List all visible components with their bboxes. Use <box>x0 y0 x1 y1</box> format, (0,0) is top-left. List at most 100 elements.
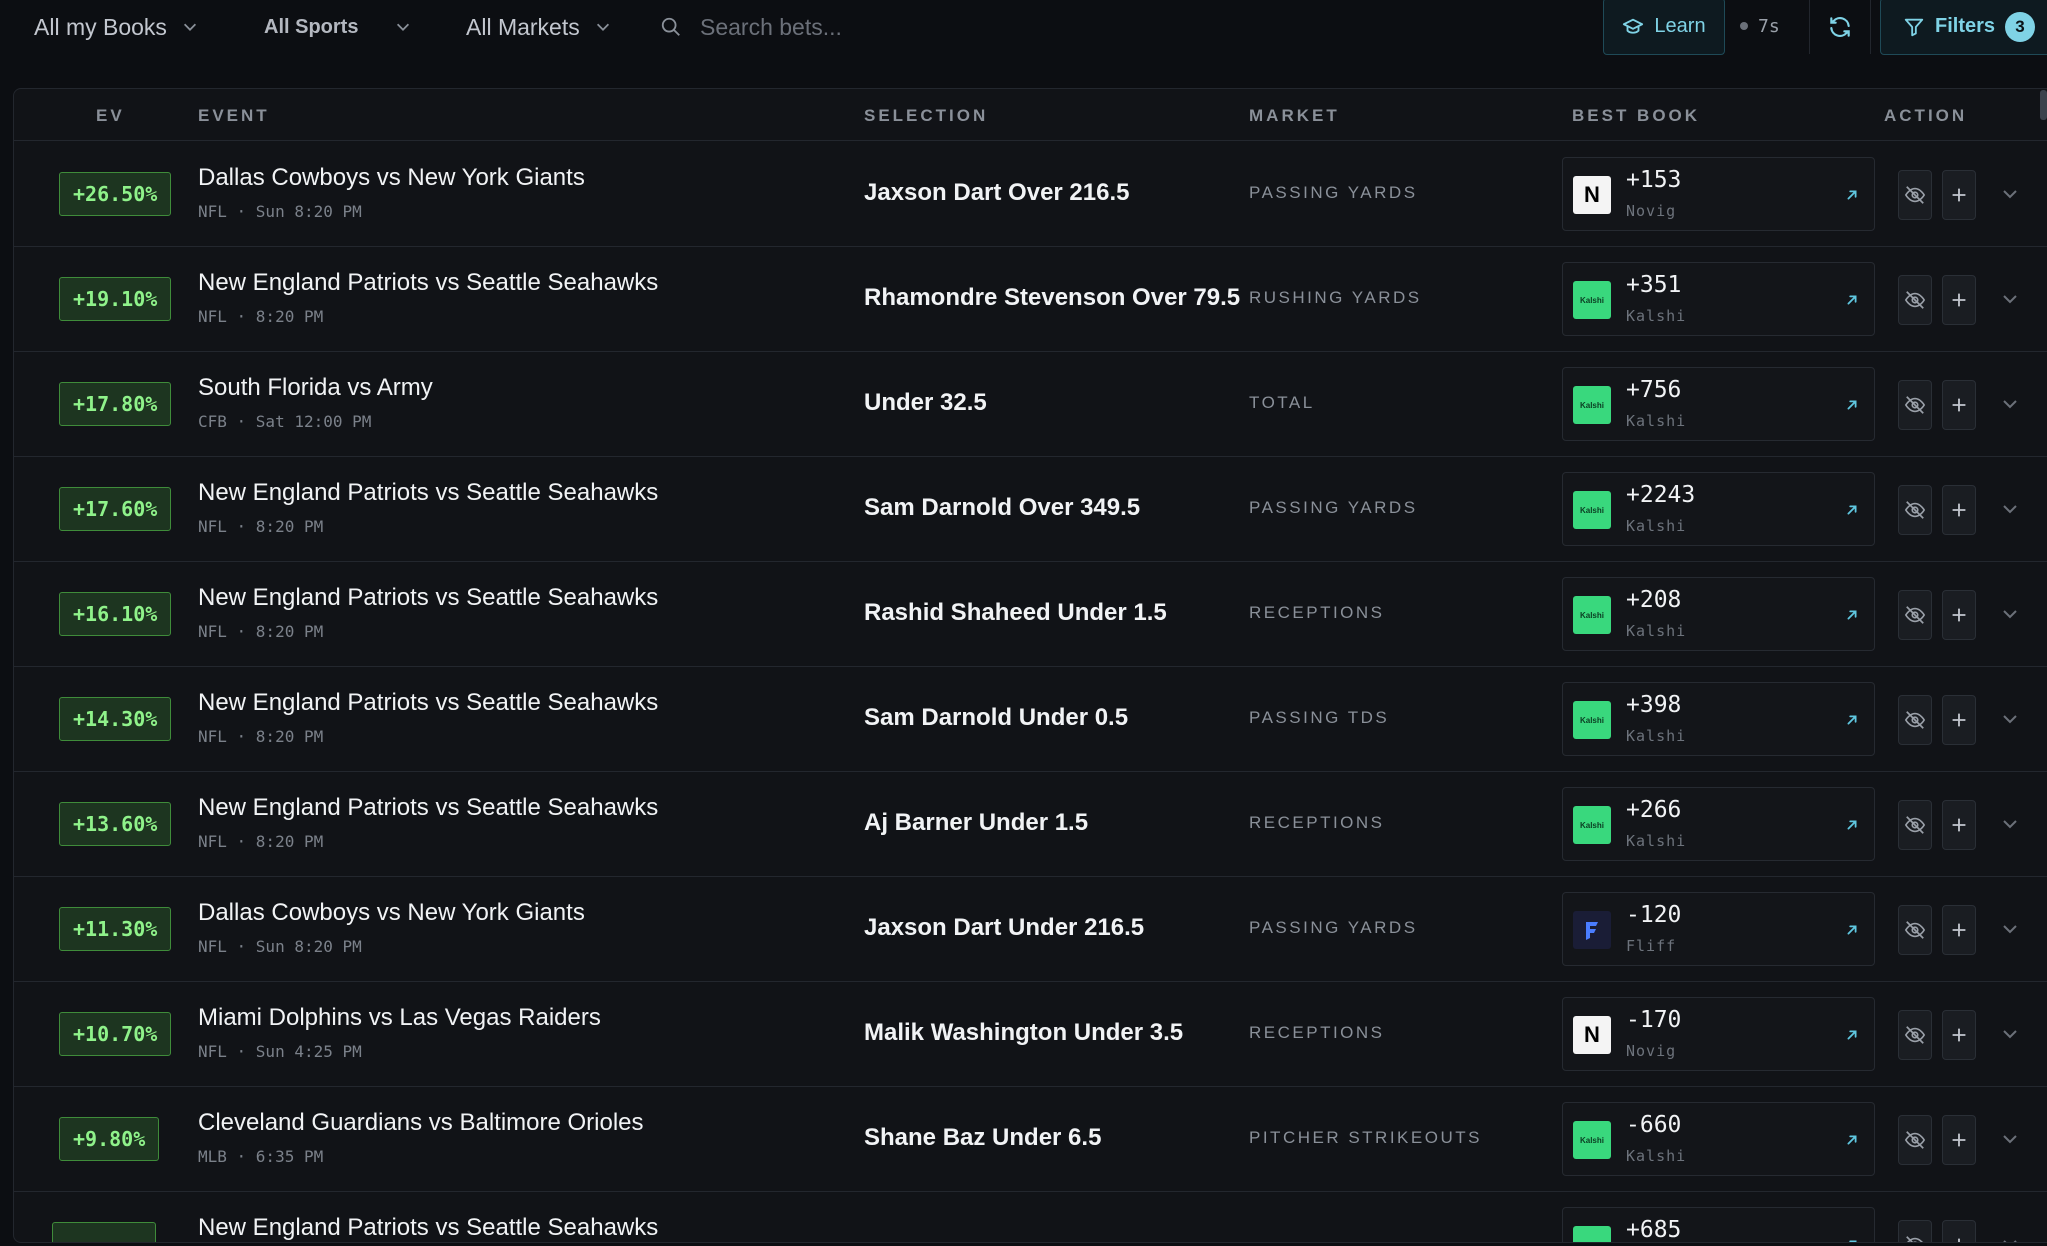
graduation-cap-icon <box>1623 18 1644 34</box>
best-book-card[interactable]: N -170 Novig <box>1562 997 1875 1071</box>
add-bet-button[interactable] <box>1942 170 1976 220</box>
eye-off-icon <box>1904 1131 1926 1149</box>
best-book-card[interactable]: N +153 Novig <box>1562 157 1875 231</box>
add-bet-button[interactable] <box>1942 275 1976 325</box>
learn-button[interactable]: Learn <box>1603 0 1725 55</box>
book-odds: +266 <box>1626 797 1682 823</box>
status-dot <box>1740 22 1748 30</box>
best-book-card[interactable]: -120 Fliff <box>1562 892 1875 966</box>
table-row[interactable]: +26.50% Dallas Cowboys vs New York Giants… <box>14 142 2047 247</box>
hide-bet-button[interactable] <box>1898 905 1932 955</box>
external-link-icon[interactable] <box>1843 1236 1861 1243</box>
table-row[interactable]: +11.30% Dallas Cowboys vs New York Giants… <box>14 877 2047 982</box>
table-row[interactable]: +17.80% South Florida vs Army CFB · Sat 12… <box>14 352 2047 457</box>
table-row[interactable]: +19.10% New England Patriots vs Seattle S… <box>14 247 2047 352</box>
column-header-market[interactable]: MARKET <box>1249 106 1340 126</box>
hide-bet-button[interactable] <box>1898 695 1932 745</box>
chevron-down-icon[interactable] <box>1998 182 2022 206</box>
hide-bet-button[interactable] <box>1898 800 1932 850</box>
external-link-icon[interactable] <box>1843 396 1861 414</box>
external-link-icon[interactable] <box>1843 606 1861 624</box>
books-dropdown[interactable]: All my Books <box>34 8 199 46</box>
column-header-event[interactable]: EVENT <box>198 106 270 126</box>
table-row[interactable]: +17.60% New England Patriots vs Seattle S… <box>14 457 2047 562</box>
plus-icon <box>1952 923 1966 937</box>
best-book-card[interactable]: Kalshi +351 Kalshi <box>1562 262 1875 336</box>
table-row[interactable]: +16.10% New England Patriots vs Seattle S… <box>14 562 2047 667</box>
market-label: RECEPTIONS <box>1249 603 1385 622</box>
book-logo: Kalshi <box>1573 1121 1611 1159</box>
best-book-card[interactable]: Kalshi -660 Kalshi <box>1562 1102 1875 1176</box>
external-link-icon[interactable] <box>1843 1026 1861 1044</box>
hide-bet-button[interactable] <box>1898 380 1932 430</box>
selection-text: Jaxson Dart Under 216.5 <box>864 914 1145 941</box>
add-bet-button[interactable] <box>1942 1220 1976 1242</box>
sports-dropdown[interactable]: All Sports <box>264 8 412 46</box>
filters-button[interactable]: Filters 3 <box>1880 0 2047 55</box>
refresh-button[interactable] <box>1818 6 1862 48</box>
best-book-card[interactable]: Kalshi +208 Kalshi <box>1562 577 1875 651</box>
add-bet-button[interactable] <box>1942 485 1976 535</box>
market-label: PASSING YARDS <box>1249 918 1418 937</box>
event-title: Dallas Cowboys vs New York Giants <box>198 899 585 926</box>
external-link-icon[interactable] <box>1843 186 1861 204</box>
scrollbar[interactable] <box>2040 90 2047 120</box>
hide-bet-button[interactable] <box>1898 170 1932 220</box>
add-bet-button[interactable] <box>1942 695 1976 745</box>
add-bet-button[interactable] <box>1942 590 1976 640</box>
table-row[interactable]: +13.60% New England Patriots vs Seattle S… <box>14 772 2047 877</box>
add-bet-button[interactable] <box>1942 800 1976 850</box>
event-title: Dallas Cowboys vs New York Giants <box>198 164 585 191</box>
hide-bet-button[interactable] <box>1898 275 1932 325</box>
chevron-down-icon[interactable] <box>1998 1127 2022 1151</box>
event-meta: MLB · 6:35 PM <box>198 1147 324 1166</box>
best-book-card[interactable]: Kalshi +266 Kalshi <box>1562 787 1875 861</box>
best-book-card[interactable]: Kalshi +685 <box>1562 1207 1875 1243</box>
chevron-down-icon[interactable] <box>1998 1022 2022 1046</box>
column-header-best-book[interactable]: BEST BOOK <box>1572 106 1700 126</box>
external-link-icon[interactable] <box>1843 711 1861 729</box>
divider <box>1870 0 1871 54</box>
hide-bet-button[interactable] <box>1898 1010 1932 1060</box>
external-link-icon[interactable] <box>1843 291 1861 309</box>
add-bet-button[interactable] <box>1942 380 1976 430</box>
market-label: PASSING YARDS <box>1249 183 1418 202</box>
best-book-card[interactable]: Kalshi +756 Kalshi <box>1562 367 1875 441</box>
add-bet-button[interactable] <box>1942 905 1976 955</box>
ev-badge: +17.60% <box>59 487 172 531</box>
hide-bet-button[interactable] <box>1898 1220 1932 1242</box>
event-meta: NFL · Sun 8:20 PM <box>198 202 362 221</box>
add-bet-button[interactable] <box>1942 1010 1976 1060</box>
best-book-card[interactable]: Kalshi +2243 Kalshi <box>1562 472 1875 546</box>
chevron-down-icon[interactable] <box>1998 497 2022 521</box>
plus-icon <box>1952 188 1966 202</box>
hide-bet-button[interactable] <box>1898 1115 1932 1165</box>
hide-bet-button[interactable] <box>1898 590 1932 640</box>
chevron-down-icon[interactable] <box>1998 707 2022 731</box>
kalshi-logo-text: Kalshi <box>1579 295 1604 305</box>
chevron-down-icon[interactable] <box>1998 287 2022 311</box>
table-row[interactable]: +14.30% New England Patriots vs Seattle S… <box>14 667 2047 772</box>
selection-text: Rashid Shaheed Under 1.5 <box>864 599 1167 626</box>
add-bet-button[interactable] <box>1942 1115 1976 1165</box>
table-row[interactable]: New England Patriots vs Seattle Seahawks… <box>14 1192 2047 1243</box>
column-header-ev[interactable]: EV <box>96 106 125 126</box>
best-book-card[interactable]: Kalshi +398 Kalshi <box>1562 682 1875 756</box>
table-row[interactable]: +10.70% Miami Dolphins vs Las Vegas Raide… <box>14 982 2047 1087</box>
external-link-icon[interactable] <box>1843 1131 1861 1149</box>
book-name: Kalshi <box>1626 622 1687 640</box>
table-row[interactable]: +9.80% Cleveland Guardians vs Baltimore O… <box>14 1087 2047 1192</box>
chevron-down-icon[interactable] <box>1998 602 2022 626</box>
column-header-selection[interactable]: SELECTION <box>864 106 988 126</box>
chevron-down-icon[interactable] <box>1998 1232 2022 1243</box>
external-link-icon[interactable] <box>1843 816 1861 834</box>
chevron-down-icon[interactable] <box>1998 812 2022 836</box>
chevron-down-icon[interactable] <box>1998 392 2022 416</box>
external-link-icon[interactable] <box>1843 501 1861 519</box>
markets-dropdown[interactable]: All Markets <box>466 8 612 46</box>
hide-bet-button[interactable] <box>1898 485 1932 535</box>
external-link-icon[interactable] <box>1843 921 1861 939</box>
book-logo: Kalshi <box>1573 701 1611 739</box>
chevron-down-icon[interactable] <box>1998 917 2022 941</box>
search-input[interactable] <box>700 13 1120 41</box>
